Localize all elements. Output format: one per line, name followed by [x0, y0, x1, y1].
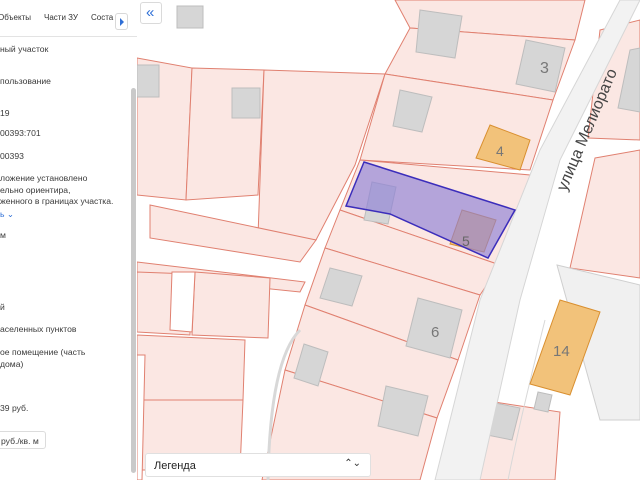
legend-dropdown[interactable]: Легенда ⌃⌄	[145, 453, 371, 477]
info-row: аселенных пунктов	[0, 324, 77, 334]
info-row: й	[0, 302, 5, 312]
info-row: 39 руб.	[0, 403, 29, 413]
price-per-m2-box: руб./кв. м	[0, 431, 46, 449]
map-canvas: 3 4 5 6 14 улица Мелиорато	[137, 0, 640, 480]
info-row: дома)	[0, 359, 24, 369]
legend-label: Легенда	[154, 460, 196, 472]
parcel[interactable]	[191, 271, 271, 339]
price-per-m2: руб./кв. м	[1, 436, 39, 446]
house-number: 3	[540, 60, 549, 77]
tabs-next-button[interactable]	[115, 13, 128, 30]
house-number: 14	[553, 343, 570, 360]
building	[533, 391, 553, 413]
tab-objects[interactable]: Объекты	[0, 13, 31, 22]
info-row: ложение установлено	[0, 173, 88, 183]
building	[231, 87, 261, 119]
tab-parts[interactable]: Части ЗУ	[44, 13, 78, 22]
building	[415, 9, 463, 59]
info-row: м	[0, 230, 6, 240]
info-row: 19	[0, 108, 10, 118]
show-more-link[interactable]: ь ⌄	[0, 209, 14, 220]
info-row: ный участок	[0, 44, 49, 54]
tab-bar: Объекты Части ЗУ Соста	[0, 0, 137, 37]
info-row: женного в границах участка.	[0, 196, 114, 206]
house-number: 5	[462, 233, 470, 249]
building	[176, 5, 204, 29]
parcel[interactable]	[569, 149, 640, 279]
parcel[interactable]	[137, 334, 246, 401]
info-panel: Объекты Части ЗУ Соста ный участок польз…	[0, 0, 137, 480]
chevron-right-icon	[120, 18, 124, 26]
house-number: 6	[431, 324, 439, 341]
building	[137, 64, 160, 98]
info-row: 00393:701	[0, 128, 41, 138]
tab-composition[interactable]: Соста	[91, 13, 113, 22]
cadastral-map[interactable]: 3 4 5 6 14 улица Мелиорато	[137, 0, 640, 480]
info-row: ельно ориентира,	[0, 185, 71, 195]
info-row: 00393	[0, 151, 24, 161]
parcel-gap	[169, 271, 196, 333]
double-chevron-left-icon: «	[146, 4, 155, 21]
collapse-panel-button[interactable]: «	[140, 2, 162, 24]
panel-scrollbar[interactable]	[131, 88, 136, 473]
updown-chevron-icon: ⌃⌄	[344, 458, 361, 469]
house-number: 4	[496, 143, 504, 159]
info-row: пользование	[0, 76, 51, 86]
info-row: ое помещение (часть	[0, 347, 86, 357]
